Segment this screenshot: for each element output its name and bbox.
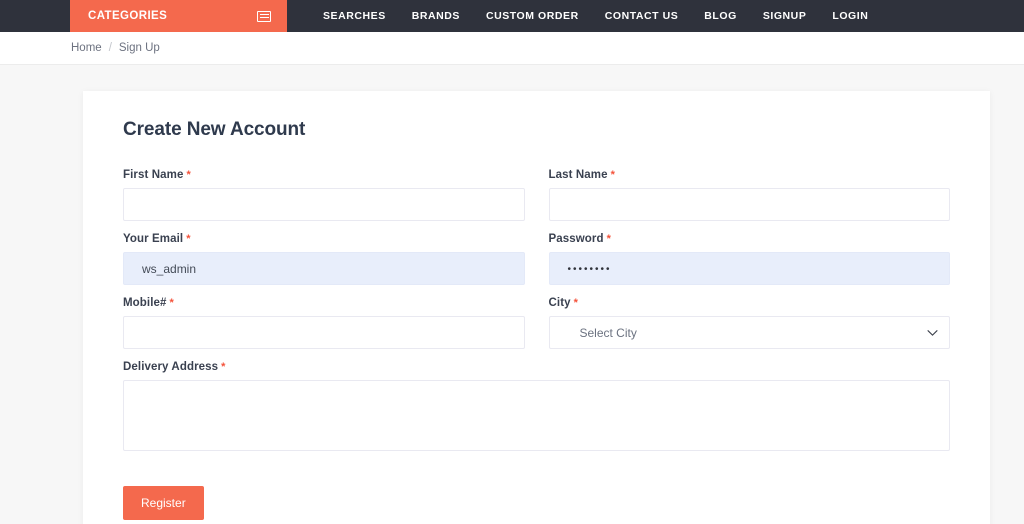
form-row-credentials: Your Email* Password* •••••••• (123, 233, 950, 285)
nav-link-signup[interactable]: SIGNUP (750, 10, 820, 22)
mobile-label: Mobile# * (123, 297, 525, 309)
first-name-label-text: First Name (123, 169, 184, 181)
last-name-label-text: Last Name (548, 169, 608, 181)
nav-link-custom-order[interactable]: CUSTOM ORDER (473, 10, 592, 22)
delivery-address-textarea[interactable] (123, 380, 950, 451)
required-asterisk: * (186, 169, 191, 181)
city-label-text: City (548, 297, 571, 309)
page-content: Create New Account First Name * Last Name… (0, 65, 1024, 524)
breadcrumb-home[interactable]: Home (71, 42, 102, 54)
form-group-delivery-address: Delivery Address * (123, 361, 950, 456)
categories-button[interactable]: CATEGORIES (70, 0, 287, 32)
nav-link-searches[interactable]: SEARCHES (310, 10, 399, 22)
breadcrumb-current: Sign Up (118, 42, 160, 54)
form-group-city: City * Select City (548, 297, 951, 349)
form-group-last-name: Last Name * (548, 169, 951, 221)
breadcrumb-separator: / (108, 42, 112, 54)
mobile-label-text: Mobile# (123, 297, 167, 309)
first-name-input[interactable] (123, 188, 525, 221)
nav-link-blog[interactable]: BLOG (691, 10, 750, 22)
top-navigation-bar: CATEGORIES SEARCHES BRANDS CUSTOM ORDER … (0, 0, 1024, 32)
nav-link-contact-us[interactable]: CONTACT US (592, 10, 692, 22)
required-asterisk: * (221, 361, 226, 373)
required-asterisk: * (573, 297, 579, 309)
navbar-left-spacer (0, 0, 70, 32)
required-asterisk: * (610, 169, 615, 181)
form-row-contact: Mobile# * City * Select City (123, 297, 950, 349)
signup-form: First Name * Last Name * Your Email * ws… (123, 169, 950, 520)
form-group-first-name: First Name * (123, 169, 525, 221)
breadcrumb: Home / Sign Up (0, 32, 1024, 65)
signup-card: Create New Account First Name * Last Name… (83, 91, 990, 524)
list-menu-icon (257, 10, 271, 22)
nav-link-login[interactable]: LOGIN (819, 10, 881, 22)
mobile-input[interactable] (123, 316, 525, 349)
email-label-text: Your Email (123, 233, 184, 245)
last-name-label: Last Name * (549, 169, 951, 181)
form-row-address: Delivery Address * (123, 361, 950, 456)
form-row-names: First Name * Last Name * (123, 169, 950, 221)
city-select[interactable]: Select City (548, 316, 950, 349)
nav-links: SEARCHES BRANDS CUSTOM ORDER CONTACT US … (287, 0, 881, 32)
required-asterisk: * (169, 297, 174, 309)
first-name-label: First Name * (123, 169, 525, 181)
city-label: City * (549, 297, 951, 309)
email-label: Your Email * (123, 233, 525, 245)
city-select-wrapper: Select City (548, 316, 950, 349)
last-name-input[interactable] (548, 188, 950, 221)
delivery-address-label: Delivery Address * (123, 361, 950, 373)
register-button[interactable]: Register (123, 486, 204, 520)
password-input[interactable]: •••••••• (548, 252, 950, 285)
required-asterisk: * (186, 233, 191, 245)
form-group-password: Password * •••••••• (548, 233, 951, 285)
nav-link-brands[interactable]: BRANDS (399, 10, 473, 22)
delivery-address-label-text: Delivery Address (123, 361, 219, 373)
email-input[interactable] (123, 252, 525, 285)
password-label-text: Password (548, 233, 604, 245)
password-label: Password * (549, 233, 951, 245)
form-group-mobile: Mobile# * (123, 297, 525, 349)
page-title: Create New Account (123, 119, 306, 140)
categories-label: CATEGORIES (88, 10, 168, 22)
required-asterisk: * (606, 233, 612, 245)
form-group-email: Your Email * (123, 233, 525, 285)
